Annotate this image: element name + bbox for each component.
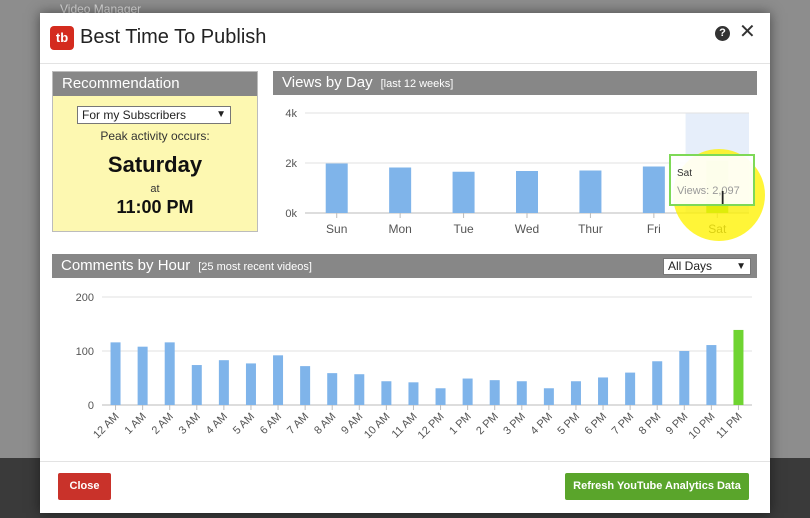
- x-tick-label: Sat: [708, 222, 727, 236]
- bar-2-pm: [489, 380, 500, 405]
- x-tick-label: 4 PM: [528, 411, 555, 438]
- x-tick-label: 8 PM: [637, 411, 664, 438]
- bar-tue: [452, 171, 475, 213]
- x-tick-label: Wed: [515, 222, 539, 236]
- recommendation-panel: Recommendation For my Subscribers ▼ Peak…: [52, 71, 258, 232]
- x-tick-label: 5 PM: [555, 411, 582, 438]
- bar-4-am: [218, 360, 229, 405]
- x-tick-label: Sun: [326, 222, 347, 236]
- help-icon[interactable]: ?: [715, 26, 730, 41]
- bar-sun: [325, 163, 348, 213]
- text-cursor-icon: I: [720, 188, 726, 209]
- bar-5-pm: [570, 381, 581, 405]
- y-tick-label: 0k: [285, 208, 297, 220]
- x-tick-label: 8 AM: [312, 411, 338, 437]
- x-tick-label: Fri: [647, 222, 661, 236]
- views-by-day-title: Views by Day: [282, 74, 373, 91]
- audience-select-value: For my Subscribers: [82, 108, 187, 122]
- x-tick-label: 12 AM: [91, 411, 122, 442]
- x-tick-label: 2 PM: [474, 411, 501, 438]
- bar-6-pm: [598, 377, 609, 405]
- best-time-dialog: tb Best Time To Publish ? ✕ Recommendati…: [40, 13, 770, 513]
- bar-7-pm: [625, 372, 636, 405]
- bar-8-am: [327, 373, 338, 405]
- x-tick-label: 12 PM: [416, 411, 447, 442]
- y-tick-label: 2k: [285, 158, 297, 170]
- x-tick-label: Mon: [388, 222, 411, 236]
- bar-12-pm: [435, 388, 446, 405]
- bar-1-am: [137, 346, 148, 405]
- x-tick-label: 1 AM: [123, 411, 149, 437]
- x-tick-label: 5 AM: [231, 411, 257, 437]
- x-tick-label: 7 PM: [610, 411, 637, 438]
- bar-10-am: [381, 381, 392, 405]
- y-tick-label: 200: [76, 292, 94, 304]
- peak-day: Saturday: [107, 152, 203, 177]
- x-tick-label: 11 AM: [390, 411, 420, 441]
- x-tick-label: 2 AM: [150, 411, 176, 437]
- peak-at-label: at: [150, 183, 160, 195]
- bar-10-pm: [706, 345, 717, 405]
- bar-11-am: [408, 382, 419, 405]
- bar-5-am: [245, 363, 256, 405]
- comments-by-hour-chart: 0 100 200 12 AM 1 AM 2 AM 3 AM 4 AM 5 AM 6 AM 7 AM…: [76, 292, 752, 442]
- dialog-header: tb Best Time To Publish ? ✕: [40, 13, 770, 64]
- bar-11-pm: [733, 329, 744, 405]
- peak-activity-label: Peak activity occurs:: [100, 129, 210, 143]
- x-tick-label: 3 AM: [177, 411, 203, 437]
- recommendation-title: Recommendation: [53, 72, 257, 96]
- bar-8-pm: [652, 361, 663, 405]
- x-tick-label: 7 AM: [285, 411, 311, 437]
- days-filter-value: All Days: [668, 259, 713, 273]
- comments-by-hour-header: Comments by Hour [25 most recent videos]: [52, 254, 757, 278]
- bar-12-am: [110, 342, 121, 405]
- x-tick-label: 3 PM: [501, 411, 528, 438]
- bar-6-am: [273, 355, 284, 405]
- chart-tooltip: Sat Views: 2,097: [669, 154, 755, 206]
- y-tick-label: 100: [76, 346, 94, 358]
- comments-by-hour-subtitle: [25 most recent videos]: [198, 261, 312, 273]
- x-tick-label: 4 AM: [204, 411, 230, 437]
- bar-fri: [642, 166, 665, 213]
- x-tick-label: 6 PM: [583, 411, 610, 438]
- bar-3-pm: [516, 381, 527, 405]
- bar-wed: [516, 171, 538, 213]
- peak-time: 11:00 PM: [116, 197, 194, 217]
- tooltip-value: Views: 2,097: [677, 185, 740, 197]
- dialog-title: Best Time To Publish: [80, 26, 267, 48]
- bar-9-am: [354, 374, 365, 405]
- tooltip-day: Sat: [677, 168, 693, 179]
- views-by-day-header: Views by Day [last 12 weeks]: [273, 71, 757, 95]
- dropdown-arrow-icon: ▼: [736, 261, 746, 272]
- refresh-analytics-button[interactable]: Refresh YouTube Analytics Data: [565, 473, 749, 500]
- bar-1-pm: [462, 378, 473, 405]
- bar-thur: [579, 170, 602, 213]
- dropdown-arrow-icon: ▼: [216, 109, 226, 120]
- bar-3-am: [191, 365, 202, 405]
- bar-4-pm: [543, 388, 554, 405]
- bar-9-pm: [679, 351, 690, 405]
- days-filter-select[interactable]: All Days ▼: [663, 258, 751, 275]
- bar-7-am: [300, 366, 311, 405]
- bar-2-am: [164, 342, 175, 405]
- bar-mon: [389, 167, 412, 213]
- footer-divider: [40, 461, 770, 462]
- views-by-day-subtitle: [last 12 weeks]: [380, 78, 454, 90]
- x-tick-label: Tue: [453, 222, 474, 236]
- x-tick-label: 11 PM: [714, 411, 744, 441]
- comments-by-hour-title: Comments by Hour: [61, 257, 191, 274]
- audience-select[interactable]: For my Subscribers ▼: [77, 106, 231, 124]
- x-tick-label: 10 PM: [687, 411, 718, 442]
- close-icon[interactable]: ✕: [739, 21, 756, 43]
- x-tick-label: 6 AM: [258, 411, 284, 437]
- x-tick-label: 10 AM: [362, 411, 393, 442]
- x-tick-label: 1 PM: [447, 411, 474, 438]
- tubebuddy-logo-icon: tb: [50, 26, 74, 50]
- x-tick-label: Thur: [578, 222, 603, 236]
- close-button[interactable]: Close: [58, 473, 111, 500]
- y-tick-label: 0: [88, 400, 94, 412]
- y-tick-label: 4k: [285, 108, 297, 120]
